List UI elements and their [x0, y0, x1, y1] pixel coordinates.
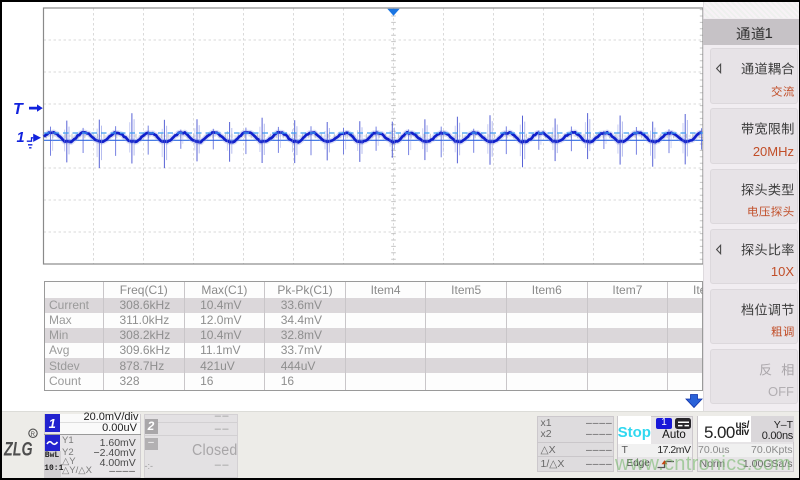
svg-text:T: T: [13, 101, 24, 118]
svg-text:ZLG: ZLG: [3, 439, 32, 460]
svg-text:1: 1: [17, 130, 25, 146]
